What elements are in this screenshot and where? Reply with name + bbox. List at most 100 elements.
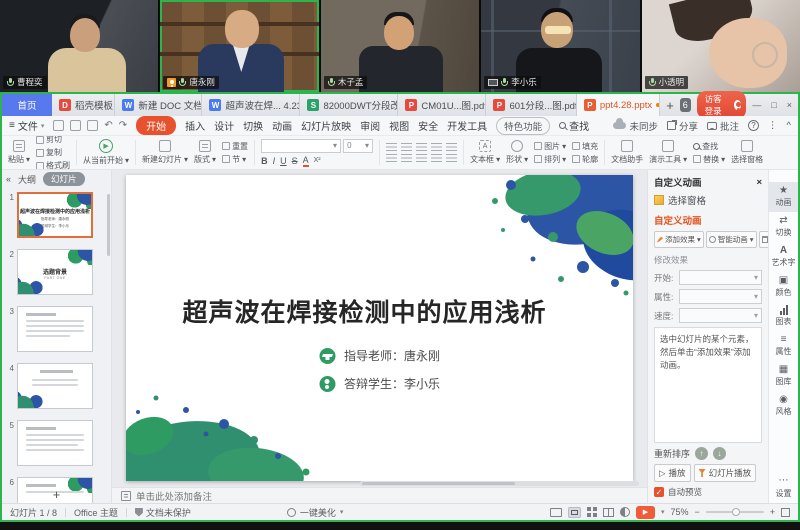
- auto-preview-checkbox[interactable]: ✓ 自动预览: [654, 486, 762, 498]
- zoom-slider[interactable]: [706, 511, 764, 513]
- menu-tab-review[interactable]: 审阅: [360, 118, 380, 133]
- increase-indent-icon[interactable]: [431, 143, 442, 152]
- tab-pdf-1[interactable]: P CM01U...图.pdf: [398, 94, 486, 116]
- print-icon[interactable]: [70, 120, 81, 131]
- paste-button[interactable]: 粘贴▾: [5, 136, 33, 169]
- horizontal-scrollbar[interactable]: [360, 481, 639, 486]
- notes-view-icon[interactable]: [550, 508, 562, 517]
- find-button[interactable]: 查找: [693, 141, 725, 152]
- video-tile[interactable]: 小透明: [642, 0, 800, 92]
- move-down-button[interactable]: ↓: [713, 447, 726, 460]
- slideshow-button[interactable]: ▶: [636, 506, 655, 519]
- side-tab-animation[interactable]: ★ 动画: [769, 182, 798, 212]
- side-tab-color[interactable]: ▣ 颜色: [769, 272, 798, 302]
- guest-login-button[interactable]: 访客登录: [697, 91, 747, 119]
- menu-tab-special-features[interactable]: 特色功能: [496, 117, 550, 135]
- save-icon[interactable]: [53, 120, 64, 131]
- play-button[interactable]: ▷播放: [654, 464, 691, 482]
- zoom-in-button[interactable]: +: [770, 507, 775, 517]
- add-effect-button[interactable]: 添加效果▾: [654, 231, 704, 248]
- side-tab-settings[interactable]: 设置: [776, 488, 792, 499]
- video-tile[interactable]: 李小乐: [481, 0, 639, 92]
- add-slide-button[interactable]: +: [53, 488, 61, 501]
- align-left-icon[interactable]: [386, 154, 397, 163]
- align-right-icon[interactable]: [416, 154, 427, 163]
- slide-sorter-icon[interactable]: [587, 507, 591, 511]
- help-icon[interactable]: ?: [748, 120, 759, 131]
- menu-file[interactable]: ≡ 文件 ▾: [9, 118, 44, 133]
- section-button[interactable]: 节▾: [222, 154, 248, 165]
- textbox-button[interactable]: A 文本框▾: [467, 136, 503, 169]
- picture-button[interactable]: 图片▾: [534, 141, 566, 152]
- side-tab-transition[interactable]: ⇄ 切换: [769, 212, 798, 242]
- start-combo[interactable]: ▾: [679, 270, 762, 285]
- tab-slides[interactable]: 幻灯片: [43, 172, 85, 186]
- panel-scrollbar[interactable]: [107, 194, 110, 256]
- protection-status[interactable]: 文档未保护: [135, 506, 191, 519]
- fill-button[interactable]: 填充: [572, 141, 598, 152]
- font-color-button[interactable]: A: [303, 155, 309, 167]
- tab-new-doc[interactable]: W 新建 DOC 文档: [115, 94, 202, 116]
- columns-icon[interactable]: [446, 154, 457, 163]
- doc-assistant-button[interactable]: 文档助手: [608, 136, 646, 169]
- menu-tab-design[interactable]: 设计: [214, 118, 234, 133]
- tab-docer[interactable]: D 稻壳模板: [52, 94, 115, 116]
- close-panel-icon[interactable]: ×: [756, 177, 762, 188]
- print-preview-icon[interactable]: [87, 120, 98, 131]
- slide-thumbnail-1[interactable]: 1 超声波在焊接检测中的应用浅析 指导老师：唐永刚 答辩学生：李小乐: [2, 192, 111, 238]
- maximize-button[interactable]: □: [771, 100, 776, 110]
- select-pane-link[interactable]: 选择窗格: [654, 193, 762, 207]
- slide-student-line[interactable]: 答辩学生：李小乐: [319, 375, 440, 392]
- slide-thumbnail-2[interactable]: 2 选题背景 PART ONE: [2, 249, 111, 295]
- share-button[interactable]: 分享: [667, 119, 698, 133]
- side-tab-chart[interactable]: 图表: [769, 302, 798, 331]
- reading-view-icon[interactable]: [603, 508, 614, 517]
- strikethrough-button[interactable]: S: [292, 156, 298, 166]
- normal-view-icon[interactable]: [568, 507, 581, 518]
- decrease-indent-icon[interactable]: [416, 143, 427, 152]
- video-tile-active-speaker[interactable]: 唐永刚: [160, 0, 318, 92]
- arrange-button[interactable]: 排列▾: [534, 154, 566, 165]
- tab-ppt-active[interactable]: P ppt4.28.pptx: [577, 94, 660, 116]
- reset-button[interactable]: 重置: [222, 141, 248, 152]
- format-painter-button[interactable]: 格式刷: [36, 160, 70, 170]
- fullscreen-icon[interactable]: [781, 508, 790, 517]
- video-tile[interactable]: 木子孟: [321, 0, 479, 92]
- slide-indicator[interactable]: 幻灯片 1 / 8: [10, 506, 57, 519]
- menu-tab-devtools[interactable]: 开发工具: [447, 118, 487, 133]
- undo-icon[interactable]: ↶: [104, 120, 112, 131]
- menu-tab-animation[interactable]: 动画: [272, 118, 292, 133]
- more-icon[interactable]: ⋮: [768, 120, 778, 131]
- present-tools-button[interactable]: 演示工具▾: [646, 136, 690, 169]
- slide-advisor-line[interactable]: 指导老师：唐永刚: [319, 347, 440, 364]
- tab-pdf-2[interactable]: P 601分段...图.pdf: [486, 94, 576, 116]
- side-tab-gallery[interactable]: ▦ 图库: [769, 361, 798, 391]
- menu-tab-start[interactable]: 开始: [136, 116, 176, 135]
- close-button[interactable]: ×: [787, 100, 792, 110]
- new-tab-button[interactable]: +: [666, 98, 674, 113]
- speed-combo[interactable]: ▾: [679, 308, 762, 323]
- side-tab-properties[interactable]: ≡ 属性: [769, 331, 798, 361]
- menu-tab-view[interactable]: 视图: [389, 118, 409, 133]
- shape-button[interactable]: 形状▾: [503, 136, 531, 169]
- theme-name[interactable]: Office 主题: [74, 506, 118, 519]
- tab-thesis-doc[interactable]: W 超声波在焊... 4.23: [202, 94, 300, 116]
- comment-button[interactable]: 批注: [707, 119, 739, 133]
- redo-icon[interactable]: ↷: [119, 120, 127, 131]
- tab-outline[interactable]: 大纲: [18, 173, 36, 186]
- new-slide-button[interactable]: 新建幻灯片▾: [139, 136, 191, 169]
- zoom-level[interactable]: 75%: [670, 507, 688, 517]
- copy-button[interactable]: 复制: [36, 147, 70, 158]
- tab-home[interactable]: 首页: [2, 94, 52, 116]
- zoom-out-button[interactable]: −: [694, 507, 699, 517]
- menu-tab-slideshow[interactable]: 幻灯片放映: [301, 118, 351, 133]
- select-pane-button[interactable]: 选择窗格: [728, 136, 766, 169]
- property-combo[interactable]: ▾: [679, 289, 762, 304]
- video-tile[interactable]: 曹程奕: [0, 0, 158, 92]
- numbered-list-icon[interactable]: [401, 143, 412, 152]
- bold-button[interactable]: B: [261, 156, 268, 166]
- play-from-current-button[interactable]: ▶ 从当前开始▾: [80, 136, 132, 169]
- superscript-button[interactable]: X²: [314, 157, 321, 164]
- line-spacing-icon[interactable]: [446, 143, 457, 152]
- slide-thumbnail-4[interactable]: 4: [2, 363, 111, 409]
